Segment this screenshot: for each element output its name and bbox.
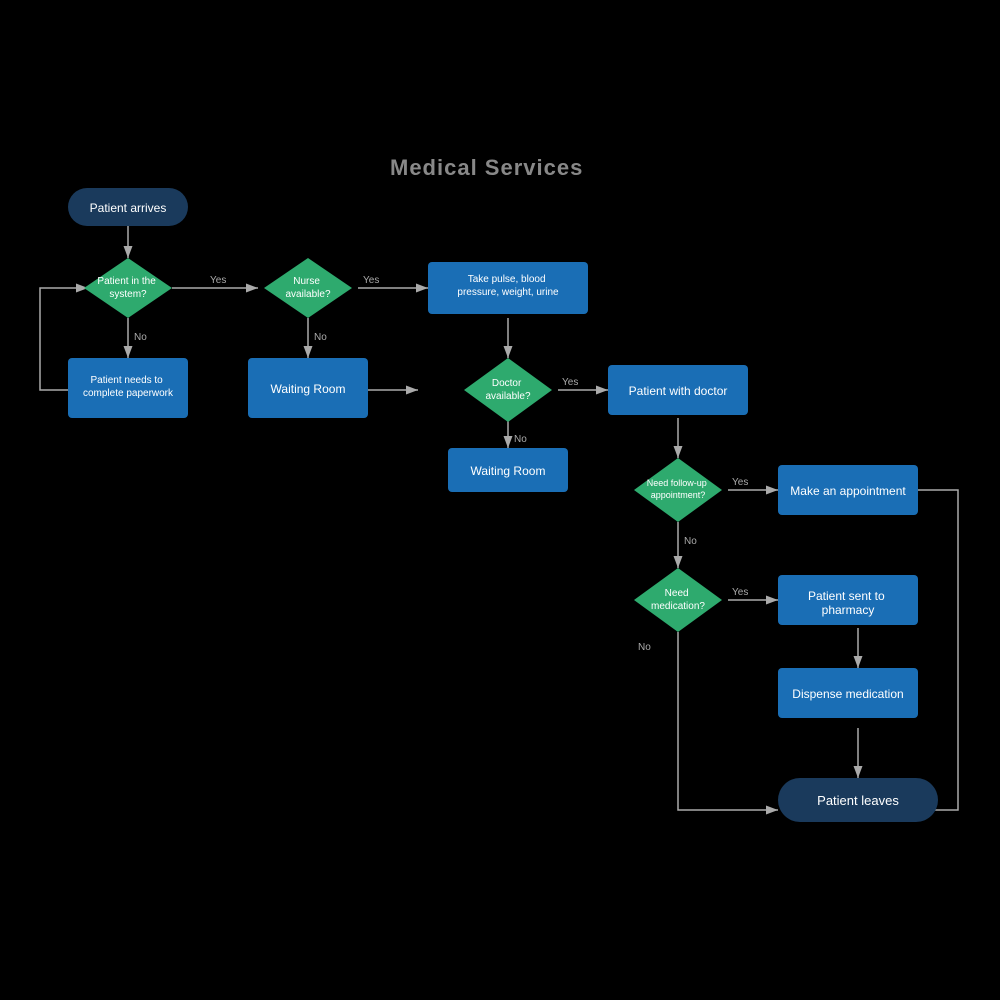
label-no-medication: No [638, 642, 651, 653]
make-appointment-label: Make an appointment [790, 484, 906, 498]
label-yes-medication: Yes [732, 587, 748, 598]
label-yes-followup: Yes [732, 477, 748, 488]
waiting-room-2-label: Waiting Room [471, 464, 546, 478]
flowchart-canvas: Medical Services [0, 0, 1000, 1000]
doctor-available-node [464, 358, 552, 422]
waiting-room-1-label: Waiting Room [271, 382, 346, 396]
nurse-available-node [264, 258, 352, 318]
label-no-doctor: No [514, 434, 527, 445]
dispense-medication-label: Dispense medication [792, 687, 903, 701]
need-medication-node [634, 568, 722, 632]
label-no-followup: No [684, 536, 697, 547]
patient-with-doctor-label: Patient with doctor [629, 384, 728, 398]
label-yes-doctor: Yes [562, 377, 578, 388]
patient-leaves-label: Patient leaves [817, 793, 899, 808]
label-no-nurse: No [314, 332, 327, 343]
patient-arrives-label: Patient arrives [90, 201, 167, 215]
label-yes-system: Yes [210, 275, 226, 286]
label-no-system: No [134, 332, 147, 343]
label-yes-nurse: Yes [363, 275, 379, 286]
patient-in-system-node [84, 258, 172, 318]
